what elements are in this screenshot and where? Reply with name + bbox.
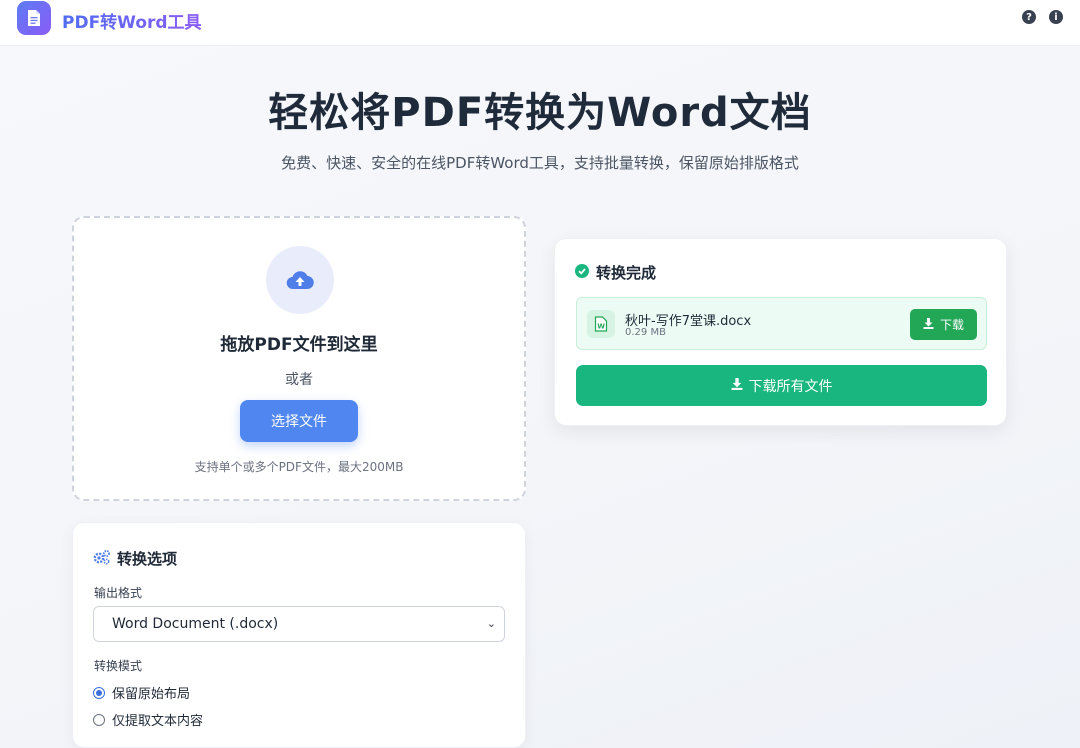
check-circle-icon [575,264,589,278]
output-format-select[interactable]: Word Document (.docx) ⌄ [93,606,505,642]
cloud-upload-icon [266,246,334,314]
radio-selected[interactable] [93,686,105,699]
svg-text:W: W [597,323,605,331]
question-icon[interactable]: ? [1022,10,1036,24]
word-file-icon: W [587,310,615,338]
dropzone-or-text: 或者 [285,372,313,388]
output-format-value: Word Document (.docx) [112,616,279,632]
hero-title: 轻松将PDF转换为Word文档 [268,90,812,136]
mode-option-text-only[interactable]: 仅提取文本内容 [93,710,203,729]
upload-dropzone[interactable]: 拖放PDF文件到这里 或者 选择文件 支持单个或多个PDF文件，最大200MB [72,216,526,501]
radio-unselected[interactable] [93,713,105,726]
top-header: PDF转Word工具 ? i [0,0,1080,46]
info-icon[interactable]: i [1049,10,1063,24]
conversion-mode-label: 转换模式 [94,659,143,673]
choose-file-button[interactable]: 选择文件 [240,400,358,442]
download-all-button[interactable]: 下载所有文件 [576,365,987,406]
result-title: 转换完成 [596,264,657,282]
dropzone-hint: 支持单个或多个PDF文件，最大200MB [194,460,404,474]
mode-option-label: 仅提取文本内容 [112,714,204,729]
download-all-label: 下载所有文件 [748,378,833,395]
hero-subtitle: 免费、快速、安全的在线PDF转Word工具，支持批量转换，保留原始排版格式 [281,154,799,172]
options-title: 转换选项 [117,550,178,568]
document-icon[interactable] [17,1,51,35]
download-button[interactable]: 下载 [910,309,977,340]
conversion-options-panel: 转换选项 输出格式 Word Document (.docx) ⌄ 转换模式 保… [72,522,526,748]
conversion-result-panel: 转换完成 W 秋叶-写作7堂课.docx 0.29 MB 下载 下载所有文件 [554,238,1007,426]
brand-title[interactable]: PDF转Word工具 [62,8,202,33]
chevron-down-icon: ⌄ [486,617,496,630]
mode-option-label: 保留原始布局 [112,687,191,702]
file-size: 0.29 MB [625,327,666,338]
mode-option-keep-layout[interactable]: 保留原始布局 [93,683,190,702]
download-icon [923,317,934,332]
gears-icon [93,549,111,569]
output-format-label: 输出格式 [94,586,143,600]
download-icon [731,377,743,394]
download-label: 下载 [939,318,964,332]
dropzone-title: 拖放PDF文件到这里 [220,335,378,355]
result-file-row: W 秋叶-写作7堂课.docx 0.29 MB 下载 [576,297,987,350]
